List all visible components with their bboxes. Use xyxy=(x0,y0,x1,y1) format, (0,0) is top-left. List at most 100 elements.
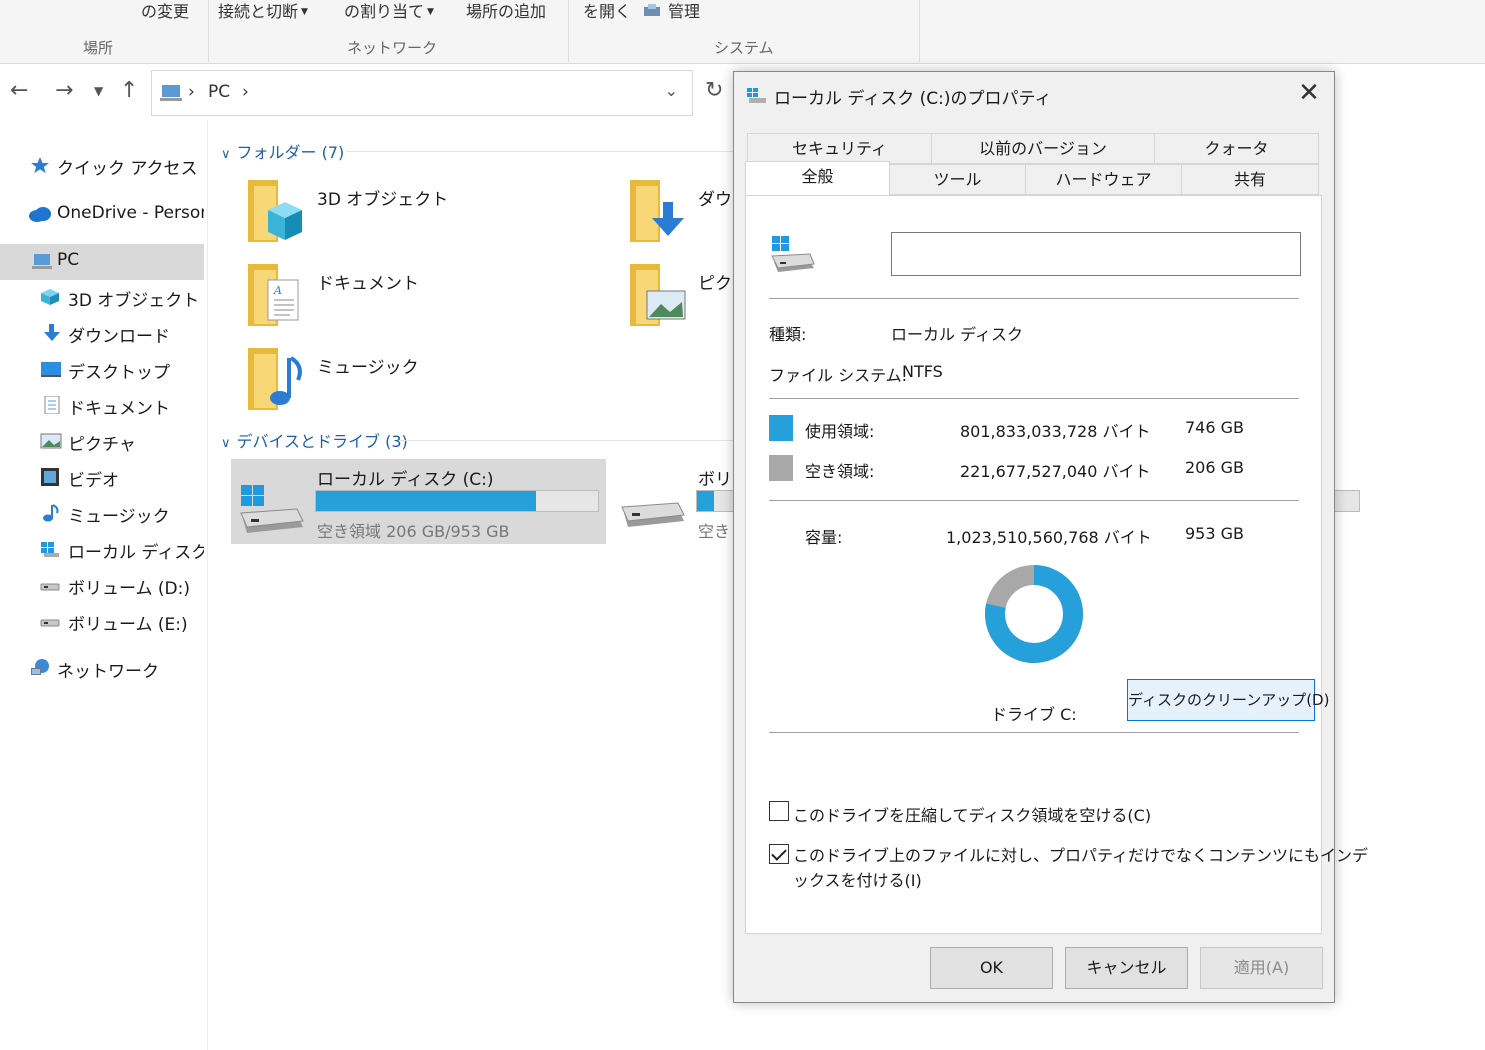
tab-hardware[interactable]: ハードウェア xyxy=(1025,164,1182,195)
apply-button[interactable]: 適用(A) xyxy=(1200,947,1323,989)
sidebar-item-music[interactable]: ミュージック xyxy=(0,496,204,530)
tab-tools[interactable]: ツール xyxy=(889,164,1026,195)
up-arrow-icon[interactable]: ↑ xyxy=(120,78,138,103)
sidebar-item-volume-d[interactable]: ボリューム (D:) xyxy=(0,568,204,602)
sidebar-item-label: ボリューム (E:) xyxy=(68,615,188,635)
drives-group-header[interactable]: ∨ デバイスとドライブ (3) xyxy=(221,428,408,452)
type-value: ローカル ディスク xyxy=(891,325,1023,344)
drives-group-label: デバイスとドライブ (3) xyxy=(236,432,408,451)
address-history-chevron-icon[interactable]: ⌄ xyxy=(665,81,678,100)
windows-drive-icon xyxy=(240,485,304,533)
folder-label[interactable]: ドキュメント xyxy=(317,269,419,294)
drive-name: ローカル ディスク (C:) xyxy=(317,470,494,490)
download-icon xyxy=(44,324,60,341)
folder-label[interactable]: ミュージック xyxy=(317,353,419,378)
general-tab-panel: 種類: ローカル ディスク ファイル システム: NTFS 使用領域: 801,… xyxy=(745,195,1368,934)
ribbon-group-network: ネットワーク xyxy=(347,39,438,57)
ribbon-item-connect[interactable]: 接続と切断 ▼ xyxy=(218,0,308,22)
music-note-icon xyxy=(270,356,302,405)
cancel-button[interactable]: キャンセル xyxy=(1065,947,1188,989)
breadcrumb-separator[interactable]: › xyxy=(242,82,249,102)
drive-tile-c[interactable]: ローカル ディスク (C:) 空き領域 206 GB/953 GB xyxy=(231,459,606,544)
drive-name-input[interactable] xyxy=(891,232,1301,276)
breadcrumb-separator: › xyxy=(188,82,195,102)
close-button[interactable]: ✕ xyxy=(1284,72,1334,116)
address-bar[interactable]: › PC › ⌄ xyxy=(151,70,693,116)
tab-security[interactable]: セキュリティ xyxy=(747,133,932,164)
tab-quota[interactable]: クォータ xyxy=(1154,133,1319,164)
folders-group-label: フォルダー (7) xyxy=(236,143,345,162)
folder-downloads[interactable] xyxy=(630,180,686,242)
sidebar-item-volume-e[interactable]: ボリューム (E:) xyxy=(0,604,204,638)
ribbon-item-assign[interactable]: の割り当て ▼ xyxy=(344,0,434,22)
back-arrow-icon[interactable]: ← xyxy=(10,78,28,103)
sidebar-item-quick-access[interactable]: クイック アクセス xyxy=(0,148,204,182)
tab-previous-versions[interactable]: 以前のバージョン xyxy=(931,133,1155,164)
document-icon: A xyxy=(267,279,299,321)
sidebar-item-desktop[interactable]: デスクトップ xyxy=(0,352,204,386)
sidebar-item-documents[interactable]: ドキュメント xyxy=(0,388,204,422)
sidebar-item-videos[interactable]: ビデオ xyxy=(0,460,204,494)
drive-tile-d[interactable]: ボリュ 空き xyxy=(612,459,756,544)
ok-button[interactable]: OK xyxy=(930,947,1053,989)
sidebar-item-pictures[interactable]: ピクチャ xyxy=(0,424,204,458)
sidebar-item-local-disk-c[interactable]: ローカル ディスク (C:) xyxy=(0,532,204,566)
capacity-label: 容量: xyxy=(805,528,843,547)
manage-icon xyxy=(644,4,660,16)
index-label-line2[interactable]: ックスを付ける(I) xyxy=(793,867,922,891)
drive-usage-fill xyxy=(697,491,715,511)
used-space-gb: 746 GB xyxy=(1185,418,1244,437)
folder-music[interactable] xyxy=(248,348,304,410)
sidebar-item-label: PC xyxy=(57,250,80,270)
disk-cleanup-button[interactable]: ディスクのクリーンアップ(D) xyxy=(1127,679,1329,721)
cube-icon xyxy=(41,289,59,305)
collapse-chevron-icon: ∨ xyxy=(221,436,231,451)
tab-general[interactable]: 全般 xyxy=(745,161,890,195)
compress-label[interactable]: このドライブを圧縮してディスク領域を空ける(C) xyxy=(793,802,1151,826)
compress-checkbox[interactable] xyxy=(769,801,789,821)
drive-icon xyxy=(40,619,60,627)
sidebar-item-3d-objects[interactable]: 3D オブジェクト xyxy=(0,280,204,314)
properties-dialog: ローカル ディスク (C:)のプロパティ ✕ セキュリティ 以前のバージョン ク… xyxy=(733,71,1368,1003)
sidebar-item-onedrive[interactable]: OneDrive - Personal xyxy=(0,197,204,231)
folder-pictures[interactable] xyxy=(630,264,686,326)
sidebar-item-pc[interactable]: PC xyxy=(0,244,204,280)
type-label: 種類: xyxy=(769,325,807,344)
drive-usage-fill xyxy=(316,491,536,511)
forward-arrow-icon[interactable]: → xyxy=(55,78,73,103)
free-space-gb: 206 GB xyxy=(1185,458,1244,477)
recent-chevron-down-icon[interactable]: ▼ xyxy=(94,84,103,98)
dialog-title: ローカル ディスク (C:)のプロパティ xyxy=(774,89,1052,109)
ribbon-item-open[interactable]: を開く xyxy=(583,0,631,22)
tab-sharing[interactable]: 共有 xyxy=(1181,164,1319,195)
sidebar-item-network[interactable]: ネットワーク xyxy=(0,651,204,685)
folder-label[interactable]: 3D オブジェクト xyxy=(317,185,448,210)
sidebar-item-label: ドキュメント xyxy=(68,399,170,419)
separator xyxy=(769,398,1299,399)
ribbon-divider xyxy=(919,0,920,62)
capacity-gb: 953 GB xyxy=(1185,524,1244,543)
caret-down-icon: ▼ xyxy=(427,7,434,17)
desktop-icon xyxy=(41,362,61,377)
drive-icon xyxy=(621,502,685,527)
ribbon-item-change[interactable]: の変更 xyxy=(141,0,189,22)
disk-usage-donut xyxy=(985,565,1083,663)
sidebar-item-label: ボリューム (D:) xyxy=(68,579,190,599)
folders-group-header[interactable]: ∨ フォルダー (7) xyxy=(221,139,344,163)
separator xyxy=(769,500,1299,501)
video-icon xyxy=(41,468,59,486)
picture-icon xyxy=(40,433,62,449)
ribbon-item-add-location[interactable]: 場所の追加 xyxy=(466,0,546,22)
refresh-icon[interactable]: ↻ xyxy=(705,78,723,103)
sidebar-item-downloads[interactable]: ダウンロード xyxy=(0,316,204,350)
index-label-line1[interactable]: このドライブ上のファイルに対し、プロパティだけでなくコンテンツにもインデ xyxy=(793,842,1368,866)
folder-documents[interactable]: A xyxy=(248,264,304,326)
caret-down-icon: ▼ xyxy=(301,7,308,17)
ribbon-group-location: 場所 xyxy=(83,39,114,57)
index-checkbox[interactable] xyxy=(769,844,789,864)
group-divider xyxy=(400,440,736,441)
folder-3d-objects[interactable] xyxy=(248,180,304,242)
breadcrumb-pc[interactable]: PC xyxy=(208,82,230,102)
sidebar-item-label: 3D オブジェクト xyxy=(68,291,200,311)
ribbon-item-manage[interactable]: 管理 xyxy=(642,0,700,22)
